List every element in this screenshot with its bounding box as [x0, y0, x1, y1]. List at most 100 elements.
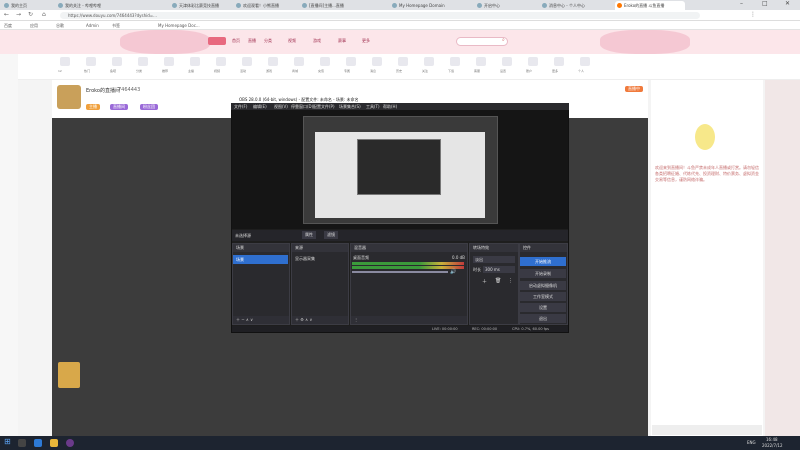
- category-icon[interactable]: [580, 57, 590, 66]
- category-icon[interactable]: [372, 57, 382, 66]
- browser-tab[interactable]: 天津体彩比赛竞技直播: [170, 1, 232, 10]
- reload-icon[interactable]: ↻: [28, 11, 33, 18]
- browser-tab[interactable]: 我的关注 - 哔哩哔哩: [56, 1, 108, 10]
- obs-menu-bar: 文件(F) 编辑(E) 视图(V) 停靠窗口(D) 配置文件(P) 场景集合(S…: [231, 103, 569, 110]
- extensions-icon[interactable]: ⋮: [750, 11, 756, 18]
- menu-item[interactable]: 编辑(E): [253, 103, 267, 110]
- browser-tab-active[interactable]: Eroko的直播 斗鱼直播: [615, 1, 685, 10]
- gift-icon[interactable]: [58, 362, 80, 388]
- clock-date: 2022/7/12: [762, 443, 783, 448]
- scene-item-selected[interactable]: 场景: [233, 255, 288, 264]
- category-icon[interactable]: [554, 57, 564, 66]
- site-logo[interactable]: [208, 37, 226, 45]
- category-icon[interactable]: [268, 57, 278, 66]
- mixer-db-value: 0.0 dB: [452, 255, 465, 260]
- nav-item[interactable]: 赛事: [338, 38, 346, 44]
- forward-icon[interactable]: →: [16, 11, 21, 18]
- search-icon[interactable]: [18, 439, 26, 447]
- duration-input[interactable]: 300 ms: [483, 266, 515, 273]
- properties-button[interactable]: 属性: [302, 231, 316, 239]
- category-icon[interactable]: [242, 57, 252, 66]
- browser-tab[interactable]: My Homepage Domain: [390, 1, 452, 10]
- volume-slider[interactable]: [352, 271, 448, 273]
- dock-header: 场景: [233, 244, 289, 252]
- category-icon[interactable]: [502, 57, 512, 66]
- category-icon[interactable]: [190, 57, 200, 66]
- bookmark[interactable]: 应用: [30, 21, 38, 30]
- menu-item[interactable]: 帮助(H): [383, 103, 397, 110]
- search-input[interactable]: [456, 37, 508, 46]
- category-icon[interactable]: [528, 57, 538, 66]
- transition-select[interactable]: 淡出: [473, 256, 515, 263]
- source-item[interactable]: 显示器采集: [295, 256, 315, 262]
- menu-item[interactable]: 停靠窗口(D): [291, 103, 313, 110]
- browser-tab[interactable]: [直播间]主播...直播: [300, 1, 362, 10]
- browser-tab[interactable]: 我的主页: [2, 1, 54, 10]
- bookmark[interactable]: 书签: [112, 21, 120, 30]
- virtual-camera-button[interactable]: 启动虚拟摄像机: [520, 281, 566, 290]
- dock-footer: ＋ − ∧ ∨: [233, 316, 289, 324]
- category-icon[interactable]: [476, 57, 486, 66]
- speaker-icon[interactable]: 🔊: [450, 269, 456, 275]
- nav-item[interactable]: 视频: [288, 38, 296, 44]
- home-icon[interactable]: ⌂: [42, 11, 46, 18]
- start-streaming-button[interactable]: 开始推流: [520, 257, 566, 266]
- category-icon[interactable]: [112, 57, 122, 66]
- exit-button[interactable]: 退出: [520, 314, 566, 323]
- category-icon[interactable]: [450, 57, 460, 66]
- browser-tab[interactable]: 欢迎观看！小熊直播: [234, 1, 296, 10]
- category-label: 分类: [136, 69, 143, 73]
- obs-icon[interactable]: [66, 439, 74, 447]
- category-icon[interactable]: [60, 57, 70, 66]
- nav-item[interactable]: 分类: [264, 38, 272, 44]
- search-icon[interactable]: ⌕: [502, 37, 505, 43]
- start-icon[interactable]: ⊞: [4, 437, 11, 446]
- menu-item[interactable]: 配置文件(P): [313, 103, 335, 110]
- category-icon[interactable]: [86, 57, 96, 66]
- volume-meter: [352, 262, 464, 265]
- nav-item[interactable]: 直播: [248, 38, 256, 44]
- close-icon[interactable]: ✕: [785, 0, 790, 7]
- bookmark[interactable]: 谷歌: [56, 21, 64, 30]
- category-icon[interactable]: [424, 57, 434, 66]
- category-icon[interactable]: [398, 57, 408, 66]
- maximize-icon[interactable]: □: [762, 0, 768, 7]
- nav-item[interactable]: 游戏: [313, 38, 321, 44]
- browser-tab[interactable]: 开启中心: [475, 1, 527, 10]
- menu-item[interactable]: 视图(V): [274, 103, 288, 110]
- settings-button[interactable]: 设置: [520, 303, 566, 312]
- bookmark[interactable]: Admin: [86, 21, 99, 30]
- filters-button[interactable]: 滤镜: [324, 231, 338, 239]
- nav-item[interactable]: 更多: [362, 38, 370, 44]
- add-transition-icon[interactable]: ＋: [482, 278, 487, 285]
- category-icon[interactable]: [216, 57, 226, 66]
- tab-favicon-icon: [617, 3, 622, 8]
- menu-item[interactable]: 工具(T): [366, 103, 380, 110]
- chat-input[interactable]: [652, 425, 762, 435]
- url-field[interactable]: https://www.douyu.com/7464443?dyshid=...: [60, 12, 700, 19]
- category-icon[interactable]: [346, 57, 356, 66]
- nav-item[interactable]: 首页: [232, 38, 240, 44]
- studio-mode-button[interactable]: 工作室模式: [520, 292, 566, 301]
- bookmark[interactable]: My Homepage Doc...: [158, 21, 200, 30]
- minimize-icon[interactable]: –: [740, 0, 743, 7]
- category-icon[interactable]: [294, 57, 304, 66]
- explorer-icon[interactable]: [50, 439, 58, 447]
- more-icon[interactable]: ⋮: [508, 278, 513, 284]
- language-indicator[interactable]: ENG: [747, 440, 756, 445]
- start-recording-button[interactable]: 开始录制: [520, 269, 566, 278]
- category-icon[interactable]: [164, 57, 174, 66]
- menu-item[interactable]: 场景集合(S): [339, 103, 361, 110]
- category-label: 消息: [370, 69, 377, 73]
- streamer-avatar[interactable]: [57, 85, 81, 109]
- category-label: 专属: [344, 69, 351, 73]
- tab-favicon-icon: [4, 3, 9, 8]
- browser-tab[interactable]: 消息中心 - 个人中心: [540, 1, 602, 10]
- bookmark[interactable]: 百度: [4, 21, 12, 30]
- edge-icon[interactable]: [34, 439, 42, 447]
- category-icon[interactable]: [320, 57, 330, 66]
- category-icon[interactable]: [138, 57, 148, 66]
- back-icon[interactable]: ←: [4, 11, 9, 18]
- menu-item[interactable]: 文件(F): [234, 103, 247, 110]
- remove-transition-icon[interactable]: 🗑: [495, 278, 501, 284]
